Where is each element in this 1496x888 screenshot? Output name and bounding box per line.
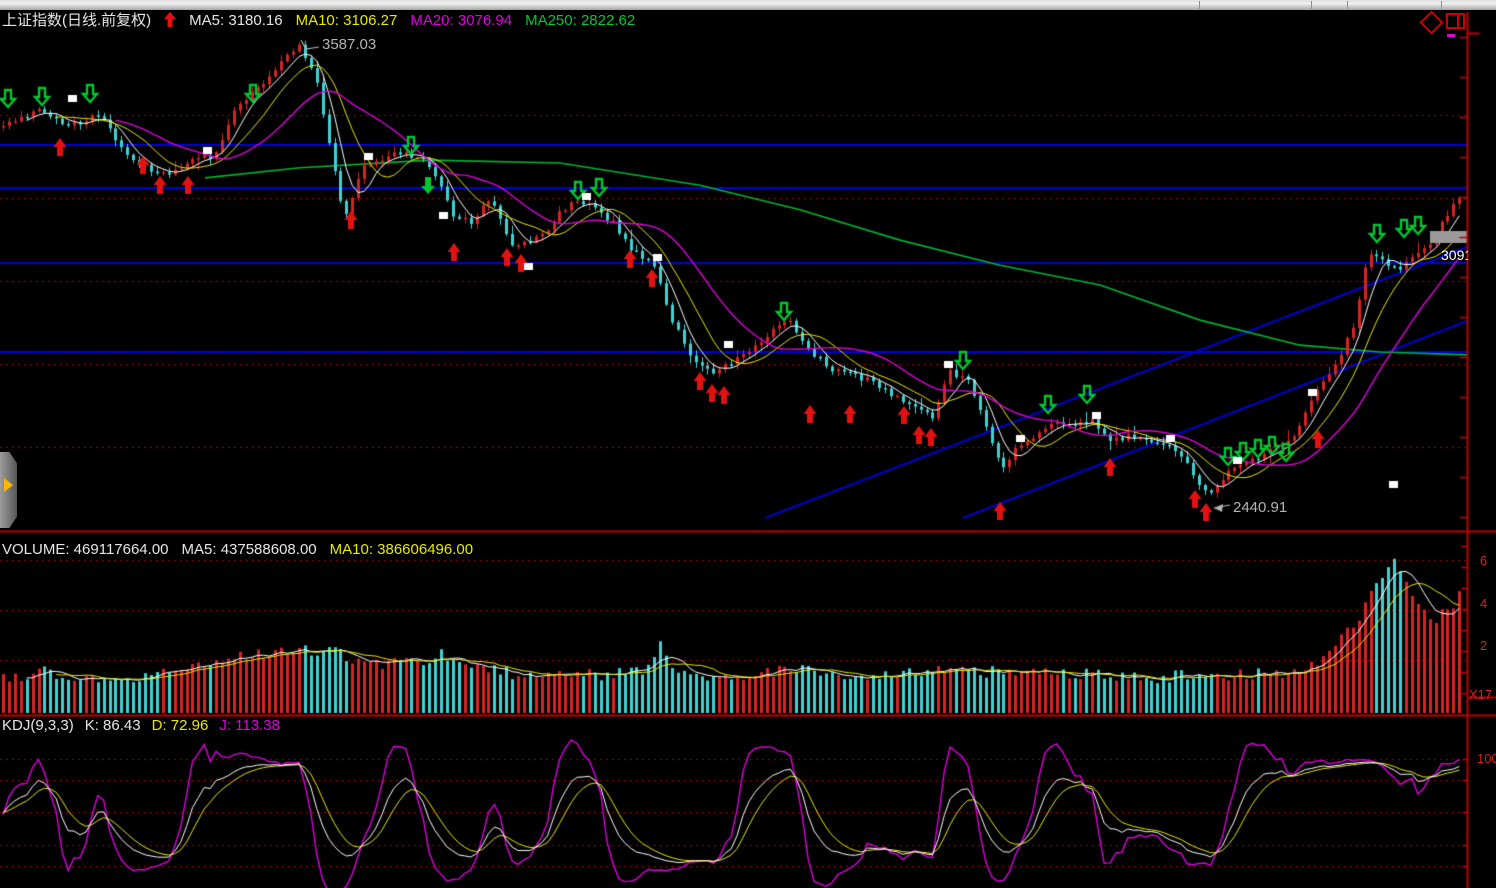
titlebar-separator — [1441, 1, 1442, 9]
peak-price-annotation: 3587.03 — [322, 36, 376, 53]
volume-ma5-value: MA5: 437588608.00 — [182, 541, 317, 558]
last-price-label: 3091 — [1441, 247, 1468, 262]
ma250-value: MA250: 2822.62 — [525, 12, 635, 31]
volume-ma10-value: MA10: 386606496.00 — [330, 541, 473, 558]
volume-axis-label-4: 4 — [1480, 597, 1487, 611]
kdj-legend: KDJ(9,3,3) K: 86.43 D: 72.96 J: 113.38 — [2, 717, 280, 734]
ma5-value: MA5: 3180.16 — [189, 12, 282, 31]
split-line — [1457, 15, 1459, 27]
ma20-value: MA20: 3076.94 — [410, 12, 512, 31]
kdj-name: KDJ(9,3,3) — [2, 717, 74, 734]
sidebar-expand-handle[interactable] — [0, 452, 17, 528]
ma10-value: MA10: 3106.27 — [296, 12, 398, 31]
low-price-annotation: 2440.91 — [1233, 499, 1287, 516]
split-window-icon[interactable] — [1446, 13, 1465, 29]
volume-axis-label-6: 6 — [1480, 554, 1487, 568]
window-titlebar[interactable] — [0, 0, 1496, 10]
titlebar-separator — [1199, 1, 1200, 9]
kdj-axis-label-100: 100 — [1477, 752, 1496, 766]
symbol-title: 上证指数(日线.前复权) — [2, 12, 151, 31]
trading-app-window: 上证指数(日线.前复权) MA5: 3180.16 MA10: 3106.27 … — [0, 0, 1496, 888]
volume-value: VOLUME: 469117664.00 — [2, 541, 169, 558]
expand-arrow-icon — [4, 478, 13, 492]
kdj-d-value: D: 72.96 — [152, 717, 209, 734]
titlebar-separator — [1347, 1, 1348, 9]
chart-canvas[interactable] — [0, 0, 1496, 888]
main-legend: 上证指数(日线.前复权) MA5: 3180.16 MA10: 3106.27 … — [2, 12, 635, 31]
kdj-k-value: K: 86.43 — [85, 717, 141, 734]
volume-axis-label-2: 2 — [1480, 639, 1487, 653]
volume-multiplier-label: X17 — [1469, 688, 1492, 702]
magenta-marker-icon — [1447, 34, 1455, 37]
volume-legend: VOLUME: 469117664.00 MA5: 437588608.00 M… — [2, 541, 473, 558]
titlebar-separator — [1311, 1, 1312, 9]
kdj-j-value: J: 113.38 — [219, 717, 280, 734]
up-arrow-icon — [164, 12, 176, 31]
